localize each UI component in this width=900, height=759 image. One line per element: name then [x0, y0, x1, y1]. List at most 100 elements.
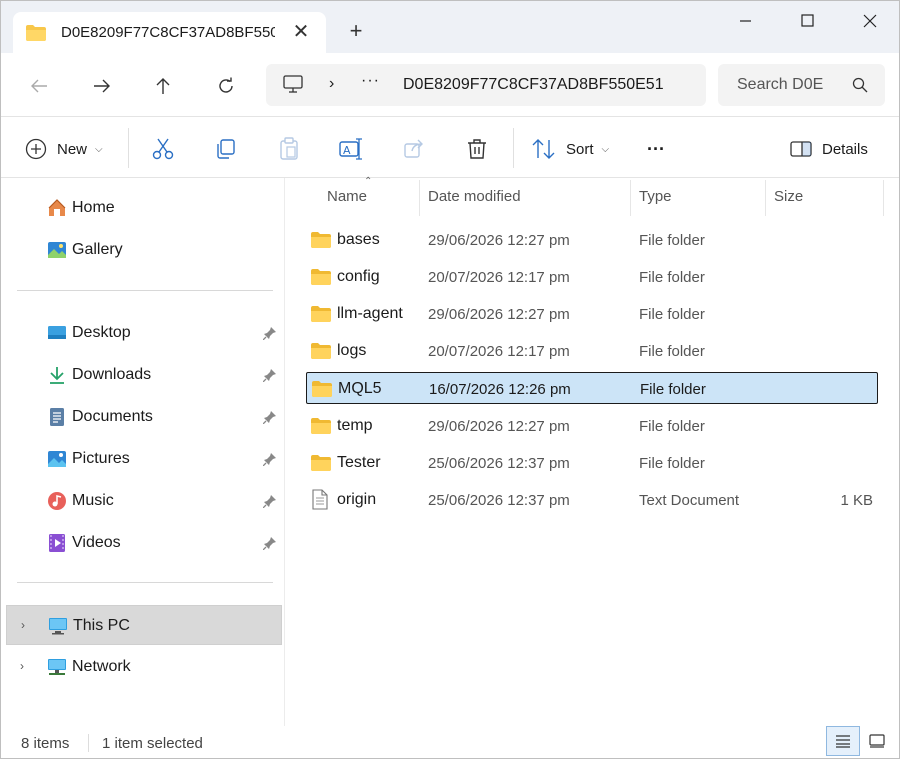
file-explorer-window: D0E8209F77C8CF37AD8BF550E51 ✕ + ›	[0, 0, 900, 759]
rename-button[interactable]: A	[339, 136, 363, 162]
file-list: ⌃ Name Date modified Type Size bases 29/…	[286, 176, 899, 726]
navigation-pane: Home Gallery Desktop Downloads Documents…	[1, 178, 285, 726]
details-button[interactable]: Details	[790, 136, 868, 162]
file-name: bases	[337, 231, 380, 248]
network-icon	[48, 659, 66, 675]
music-icon	[48, 492, 66, 510]
minimize-button[interactable]	[723, 5, 769, 37]
pin-icon[interactable]	[263, 326, 277, 340]
folder-icon	[311, 418, 331, 434]
pin-icon[interactable]	[263, 410, 277, 424]
file-date: 16/07/2026 12:26 pm	[429, 381, 571, 398]
trash-icon	[468, 139, 486, 159]
pin-icon[interactable]	[263, 368, 277, 382]
table-row[interactable]: config 20/07/2026 12:17 pm File folder	[306, 261, 878, 293]
sort-button[interactable]: Sort ⌵	[532, 136, 609, 162]
table-row-selected[interactable]: MQL5 16/07/2026 12:26 pm File folder	[306, 372, 878, 404]
refresh-button[interactable]	[211, 71, 241, 101]
sidebar-item-network[interactable]: › Network	[1, 651, 285, 683]
delete-button[interactable]	[466, 136, 488, 162]
up-button[interactable]	[148, 71, 178, 101]
share-icon	[404, 139, 423, 158]
tab-close-button[interactable]: ✕	[290, 21, 312, 43]
sidebar-item-music[interactable]: Music	[1, 485, 285, 517]
file-name: llm-agent	[337, 305, 403, 322]
column-divider[interactable]	[419, 180, 420, 216]
new-button[interactable]: New ⌵	[25, 136, 103, 162]
column-divider[interactable]	[630, 180, 631, 216]
sidebar-item-pictures[interactable]: Pictures	[1, 443, 285, 475]
sidebar-item-videos[interactable]: Videos	[1, 527, 285, 559]
details-view-button[interactable]	[826, 726, 860, 756]
table-row[interactable]: origin 25/06/2026 12:37 pm Text Document…	[306, 484, 878, 516]
search-box[interactable]: Search D0E	[718, 64, 885, 106]
sidebar-item-label: Documents	[72, 408, 153, 425]
table-row[interactable]: llm-agent 29/06/2026 12:27 pm File folde…	[306, 298, 878, 330]
column-header-type[interactable]: Type	[639, 188, 672, 205]
chevron-down-icon: ⌵	[601, 143, 610, 155]
chevron-right-icon[interactable]: ›	[329, 75, 334, 93]
table-row[interactable]: Tester 25/06/2026 12:37 pm File folder	[306, 447, 878, 479]
breadcrumb-overflow-button[interactable]: ···	[361, 72, 380, 90]
pin-icon[interactable]	[263, 494, 277, 508]
sidebar-item-home[interactable]: Home	[1, 192, 285, 224]
command-bar: New ⌵ A Sort ⌵ ··· Details	[1, 118, 899, 178]
search-icon	[852, 77, 868, 93]
plus-circle-icon	[25, 138, 47, 160]
pin-icon[interactable]	[263, 536, 277, 550]
new-tab-button[interactable]: +	[344, 18, 368, 44]
column-header-size[interactable]: Size	[774, 188, 803, 205]
arrow-up-icon	[156, 78, 170, 94]
sort-icon	[532, 139, 555, 159]
status-bar: 8 items 1 item selected	[1, 726, 899, 758]
copy-button[interactable]	[215, 136, 237, 162]
sidebar-item-label: Gallery	[72, 241, 123, 258]
sidebar-item-label: Pictures	[72, 450, 130, 467]
chevron-right-icon[interactable]: ›	[20, 659, 24, 673]
maximize-button[interactable]	[785, 5, 831, 37]
search-input[interactable]: Search D0E	[737, 76, 823, 94]
file-size: 1 KB	[840, 492, 873, 509]
tab-current[interactable]: D0E8209F77C8CF37AD8BF550E51 ✕	[13, 12, 326, 53]
computer-icon	[283, 75, 303, 93]
more-options-button[interactable]: ···	[647, 136, 665, 162]
table-row[interactable]: bases 29/06/2026 12:27 pm File folder	[306, 224, 878, 256]
table-row[interactable]: temp 29/06/2026 12:27 pm File folder	[306, 410, 878, 442]
toolbar-divider	[513, 128, 514, 168]
back-button[interactable]	[24, 71, 54, 101]
videos-icon	[49, 534, 65, 552]
forward-button[interactable]	[87, 71, 117, 101]
share-button[interactable]	[403, 136, 425, 162]
table-row[interactable]: logs 20/07/2026 12:17 pm File folder	[306, 335, 878, 367]
sidebar-item-gallery[interactable]: Gallery	[1, 234, 285, 266]
chevron-right-icon[interactable]: ›	[21, 618, 25, 632]
sidebar-item-documents[interactable]: Documents	[1, 401, 285, 433]
close-window-button[interactable]	[847, 5, 893, 37]
sidebar-item-desktop[interactable]: Desktop	[1, 317, 285, 349]
cut-button[interactable]	[152, 136, 174, 162]
file-name: Tester	[337, 454, 381, 471]
selection-count: 1 item selected	[102, 735, 203, 752]
column-divider[interactable]	[765, 180, 766, 216]
sidebar-item-label: Desktop	[72, 324, 131, 341]
file-date: 29/06/2026 12:27 pm	[428, 306, 570, 323]
column-header-date[interactable]: Date modified	[428, 188, 521, 205]
file-type: File folder	[640, 381, 706, 398]
column-header-name[interactable]: ⌃ Name	[286, 176, 419, 218]
column-divider[interactable]	[883, 180, 884, 216]
download-icon	[50, 367, 64, 384]
refresh-icon	[219, 77, 233, 93]
address-bar[interactable]: › ··· D0E8209F77C8CF37AD8BF550E51	[266, 64, 706, 106]
breadcrumb-current[interactable]: D0E8209F77C8CF37AD8BF550E51	[403, 76, 664, 94]
navigation-bar: › ··· D0E8209F77C8CF37AD8BF550E51 Search…	[1, 53, 899, 117]
sidebar-item-downloads[interactable]: Downloads	[1, 359, 285, 391]
pin-icon[interactable]	[263, 452, 277, 466]
paste-button[interactable]	[278, 136, 300, 162]
sidebar-item-this-pc[interactable]: › This PC	[6, 605, 282, 645]
file-type: File folder	[639, 343, 705, 360]
tiles-view-button[interactable]	[860, 726, 894, 756]
chevron-down-icon: ⌵	[95, 143, 103, 155]
sidebar-item-label: This PC	[73, 617, 130, 634]
folder-icon	[311, 232, 331, 248]
document-icon	[50, 408, 64, 426]
